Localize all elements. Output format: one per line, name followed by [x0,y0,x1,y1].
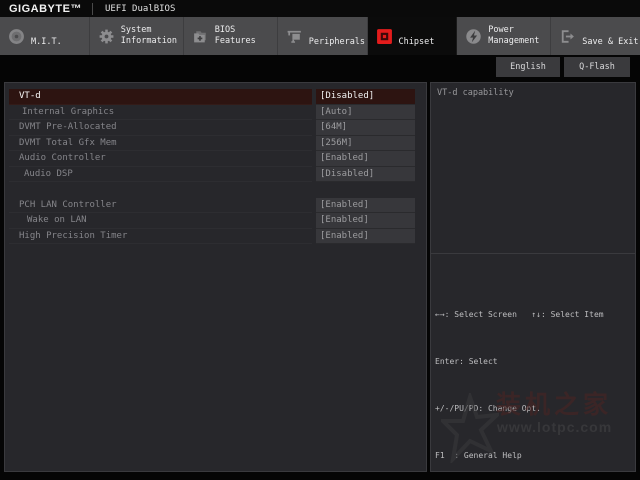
tab-mit[interactable]: M.I.T. [0,17,90,55]
setting-row-dvmt-total-gfx-mem[interactable]: DVMT Total Gfx Mem [256M] [5,136,426,152]
setting-value[interactable]: [Enabled] [316,198,415,214]
key-legend-line: ←→: Select Screen ↑↓: Select Item [435,307,633,323]
key-legend: ←→: Select Screen ↑↓: Select Item Enter:… [435,276,633,480]
setting-row-high-precision-timer[interactable]: High Precision Timer [Enabled] [5,229,426,245]
setting-label: Audio DSP [9,167,312,183]
tab-power-management[interactable]: Power Management [457,17,551,55]
setting-value[interactable]: [64M] [316,120,415,136]
setting-row-wake-on-lan[interactable]: Wake on LAN [Enabled] [5,213,426,229]
titlebar-divider [92,3,93,15]
exit-icon [559,28,576,45]
tab-save-exit[interactable]: Save & Exit [551,17,640,55]
setting-label: PCH LAN Controller [9,198,312,214]
setting-value[interactable]: [Disabled] [316,167,415,183]
chip-icon [376,28,393,45]
settings-spacer-row [5,182,426,198]
setting-value[interactable]: [Enabled] [316,229,415,245]
item-help-text: VT-d capability [431,83,635,254]
tab-bios-features[interactable]: BIOS Features [184,17,278,55]
setting-row-dvmt-pre-allocated[interactable]: DVMT Pre-Allocated [64M] [5,120,426,136]
setting-label: Internal Graphics [9,105,312,121]
tab-label: M.I.T. [31,37,62,55]
key-legend-line: Enter: Select [435,354,633,370]
tab-label: System Information [121,25,183,47]
setting-row-internal-graphics[interactable]: Internal Graphics [Auto] [5,105,426,121]
folder-plus-icon [192,28,209,45]
setting-label: DVMT Total Gfx Mem [9,136,312,152]
key-legend-line: +/-/PU/PD: Change Opt. [435,401,633,417]
setting-label: Audio Controller [9,151,312,167]
setting-row-vtd[interactable]: VT-d [Disabled] [5,89,426,105]
setting-label: VT-d [9,89,312,105]
setting-label: DVMT Pre-Allocated [9,120,312,136]
setting-label: Wake on LAN [9,213,312,229]
tab-peripherals[interactable]: Peripherals [278,17,368,55]
gear-icon [98,28,115,45]
setting-row-audio-dsp[interactable]: Audio DSP [Disabled] [5,167,426,183]
tab-chipset[interactable]: Chipset [368,17,458,55]
tab-system-information[interactable]: System Information [90,17,184,55]
setting-value[interactable]: [Enabled] [316,213,415,229]
tab-label: BIOS Features [215,25,277,47]
setting-row-pch-lan-controller[interactable]: PCH LAN Controller [Enabled] [5,198,426,214]
setting-value[interactable]: [Enabled] [316,151,415,167]
setting-label: High Precision Timer [9,229,312,245]
setting-value[interactable]: [Auto] [316,105,415,121]
bios-setup-screen: GIGABYTE™ UEFI DualBIOS M.I.T. [0,0,640,480]
setting-value[interactable]: [256M] [316,136,415,152]
camera-icon [286,28,303,45]
tab-bar: M.I.T. System Information [0,17,640,55]
setting-row-audio-controller[interactable]: Audio Controller [Enabled] [5,151,426,167]
tab-label: Chipset [399,37,435,55]
setting-value[interactable]: [Disabled] [316,89,415,105]
bios-title: UEFI DualBIOS [105,4,175,14]
settings-pane: VT-d [Disabled] Internal Graphics [Auto]… [4,82,427,472]
tab-label: Power Management [488,25,550,47]
tab-label: Peripherals [309,37,365,55]
help-pane: VT-d capability ←→: Select Screen ↑↓: Se… [430,82,636,472]
qflash-button[interactable]: Q-Flash [564,57,630,77]
dial-icon [8,28,25,45]
settings-rows: VT-d [Disabled] Internal Graphics [Auto]… [5,89,426,244]
key-legend-line: F1 : General Help [435,448,633,464]
gigabyte-logo: GIGABYTE™ [9,3,82,15]
lightning-icon [465,28,482,45]
titlebar: GIGABYTE™ UEFI DualBIOS [0,0,640,17]
language-button[interactable]: English [496,57,560,77]
tab-label: Save & Exit [582,37,638,55]
